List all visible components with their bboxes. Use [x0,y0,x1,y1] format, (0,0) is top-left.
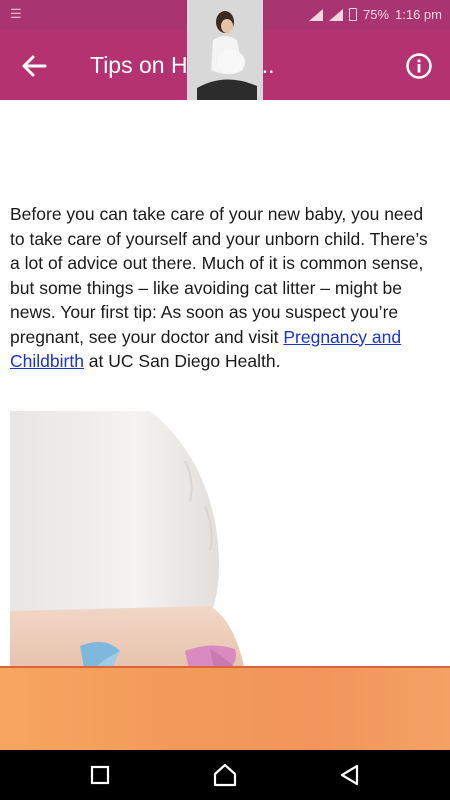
info-icon [406,53,432,79]
back-button[interactable] [18,51,50,81]
belly-ribbons-image [10,411,244,666]
home-button[interactable] [211,762,237,788]
clock: 1:16 pm [395,7,442,22]
signal-icon [308,8,323,21]
intro-text: Before you can take care of your new bab… [10,204,428,347]
notification-icon: ☰ [10,6,22,21]
pregnant-woman-image [187,0,263,100]
system-nav-bar [0,750,450,800]
intro-text-end: at UC San Diego Health. [83,351,281,371]
signal-icon [328,8,343,21]
header-photo [187,0,263,100]
recents-button[interactable] [87,762,113,788]
status-icons: 75% 1:16 pm [308,7,442,22]
intro-paragraph: Before you can take care of your new bab… [10,202,442,374]
battery-icon [348,8,357,21]
article-content: Before you can take care of your new bab… [0,100,450,666]
info-button[interactable] [404,51,434,81]
battery-level: 75% [362,7,390,22]
square-recents-icon [90,765,110,785]
belly-photo [10,411,250,666]
home-icon [213,763,237,787]
nav-back-button[interactable] [337,762,363,788]
arrow-back-icon [22,55,47,77]
triangle-back-icon [340,764,359,786]
ad-banner[interactable] [0,666,450,750]
